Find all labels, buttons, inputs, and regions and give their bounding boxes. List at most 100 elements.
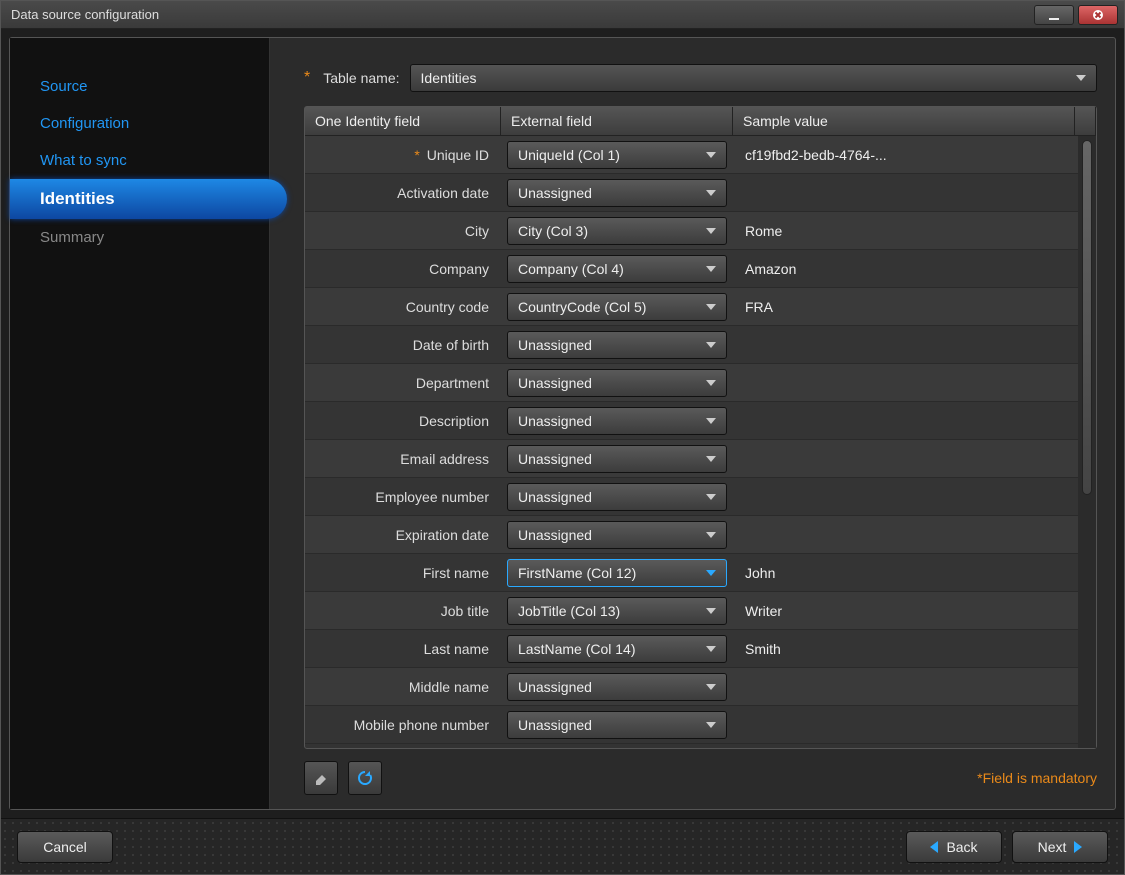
external-field-dropdown[interactable]: Unassigned (507, 521, 727, 549)
minimize-button[interactable] (1034, 5, 1074, 25)
chevron-down-icon (706, 570, 716, 576)
main-panel: * Table name: Identities One Identity fi… (270, 38, 1115, 809)
field-label: Country code (305, 299, 501, 315)
field-label: Last name (305, 641, 501, 657)
window-title: Data source configuration (11, 7, 159, 22)
field-label: Activation date (305, 185, 501, 201)
sidebar-item-source[interactable]: Source (10, 68, 269, 105)
table-row: CompanyCompany (Col 4)Amazon (305, 250, 1078, 288)
refresh-button[interactable] (348, 761, 382, 795)
sidebar-item-summary[interactable]: Summary (10, 219, 269, 256)
vertical-scrollbar[interactable] (1078, 136, 1096, 748)
table-row: Last name LastName (Col 14) Smith (305, 630, 1078, 668)
dialog-footer: Cancel Back Next (1, 818, 1124, 874)
table-name-dropdown[interactable]: Identities (410, 64, 1097, 92)
dialog-window: Data source configuration SourceConfigur… (0, 0, 1125, 875)
sample-value: FRA (733, 299, 1078, 315)
sample-value: John (733, 565, 1078, 581)
field-label: Date of birth (305, 337, 501, 353)
chevron-down-icon (706, 646, 716, 652)
mandatory-asterisk: * (414, 147, 423, 163)
external-field-dropdown[interactable]: Unassigned (507, 483, 727, 511)
sample-value: Writer (733, 603, 1078, 619)
chevron-down-icon (706, 456, 716, 462)
field-label: Mobile phone number (305, 717, 501, 733)
field-label: Email address (305, 451, 501, 467)
field-label: Expiration date (305, 527, 501, 543)
mandatory-note: *Field is mandatory (977, 770, 1097, 786)
sidebar-item-identities[interactable]: Identities (10, 179, 287, 219)
dropdown-value: Unassigned (518, 451, 592, 467)
sample-value: Amazon (733, 261, 1078, 277)
sample-value: Smith (733, 641, 1078, 657)
table-row: Activation date Unassigned (305, 174, 1078, 212)
external-field-dropdown[interactable]: Unassigned (507, 179, 727, 207)
table-row: DescriptionUnassigned (305, 402, 1078, 440)
col-external-field[interactable]: External field (501, 107, 733, 135)
dropdown-value: City (Col 3) (518, 223, 588, 239)
col-sample-value[interactable]: Sample value (733, 107, 1075, 135)
dropdown-value: Unassigned (518, 185, 592, 201)
external-field-dropdown[interactable]: Unassigned (507, 407, 727, 435)
scrollbar-thumb[interactable] (1082, 140, 1092, 495)
table-row: Country code CountryCode (Col 5) FRA (305, 288, 1078, 326)
external-field-dropdown[interactable]: City (Col 3) (507, 217, 727, 245)
field-mapping-table: One Identity field External field Sample… (304, 106, 1097, 749)
mandatory-asterisk: * (304, 69, 310, 87)
table-row: Email address Unassigned (305, 440, 1078, 478)
cancel-button[interactable]: Cancel (17, 831, 113, 863)
chevron-right-icon (1074, 841, 1082, 853)
external-field-dropdown[interactable]: Unassigned (507, 673, 727, 701)
dropdown-value: Unassigned (518, 527, 592, 543)
wizard-sidebar: SourceConfigurationWhat to syncIdentitie… (10, 38, 270, 809)
table-toolbar: *Field is mandatory (304, 761, 1097, 795)
next-button[interactable]: Next (1012, 831, 1108, 863)
dropdown-value: LastName (Col 14) (518, 641, 636, 657)
table-row: * Unique IDUniqueId (Col 1)cf19fbd2-bedb… (305, 136, 1078, 174)
field-label: Job title (305, 603, 501, 619)
table-row: DepartmentUnassigned (305, 364, 1078, 402)
field-label: First name (305, 565, 501, 581)
chevron-down-icon (706, 494, 716, 500)
field-label: Middle name (305, 679, 501, 695)
table-row: First name FirstName (Col 12) John (305, 554, 1078, 592)
dropdown-value: FirstName (Col 12) (518, 565, 636, 581)
titlebar: Data source configuration (1, 1, 1124, 29)
external-field-dropdown[interactable]: UniqueId (Col 1) (507, 141, 727, 169)
external-field-dropdown[interactable]: Unassigned (507, 331, 727, 359)
table-name-row: * Table name: Identities (304, 64, 1097, 92)
external-field-dropdown[interactable]: CountryCode (Col 5) (507, 293, 727, 321)
table-name-value: Identities (421, 70, 477, 86)
col-one-identity-field[interactable]: One Identity field (305, 107, 501, 135)
dropdown-value: JobTitle (Col 13) (518, 603, 620, 619)
external-field-dropdown[interactable]: Unassigned (507, 445, 727, 473)
external-field-dropdown[interactable]: JobTitle (Col 13) (507, 597, 727, 625)
table-row: Middle name Unassigned (305, 668, 1078, 706)
chevron-down-icon (706, 608, 716, 614)
chevron-down-icon (706, 532, 716, 538)
chevron-down-icon (706, 228, 716, 234)
sidebar-item-what-to-sync[interactable]: What to sync (10, 142, 269, 179)
chevron-down-icon (706, 380, 716, 386)
table-header: One Identity field External field Sample… (305, 107, 1096, 136)
external-field-dropdown[interactable]: Unassigned (507, 711, 727, 739)
clear-mapping-button[interactable] (304, 761, 338, 795)
external-field-dropdown[interactable]: Company (Col 4) (507, 255, 727, 283)
table-row: Employee number Unassigned (305, 478, 1078, 516)
external-field-dropdown[interactable]: Unassigned (507, 369, 727, 397)
sidebar-item-configuration[interactable]: Configuration (10, 105, 269, 142)
close-button[interactable] (1078, 5, 1118, 25)
external-field-dropdown[interactable]: FirstName (Col 12) (507, 559, 727, 587)
table-row: Mobile phone number Unassigned (305, 706, 1078, 744)
chevron-down-icon (706, 304, 716, 310)
field-label: City (305, 223, 501, 239)
external-field-dropdown[interactable]: LastName (Col 14) (507, 635, 727, 663)
field-label: Employee number (305, 489, 501, 505)
back-button[interactable]: Back (906, 831, 1002, 863)
dropdown-value: CountryCode (Col 5) (518, 299, 646, 315)
chevron-down-icon (1076, 75, 1086, 81)
sample-value: cf19fbd2-bedb-4764-... (733, 147, 1078, 163)
table-row: CityCity (Col 3)Rome (305, 212, 1078, 250)
dropdown-value: Unassigned (518, 489, 592, 505)
chevron-left-icon (930, 841, 938, 853)
